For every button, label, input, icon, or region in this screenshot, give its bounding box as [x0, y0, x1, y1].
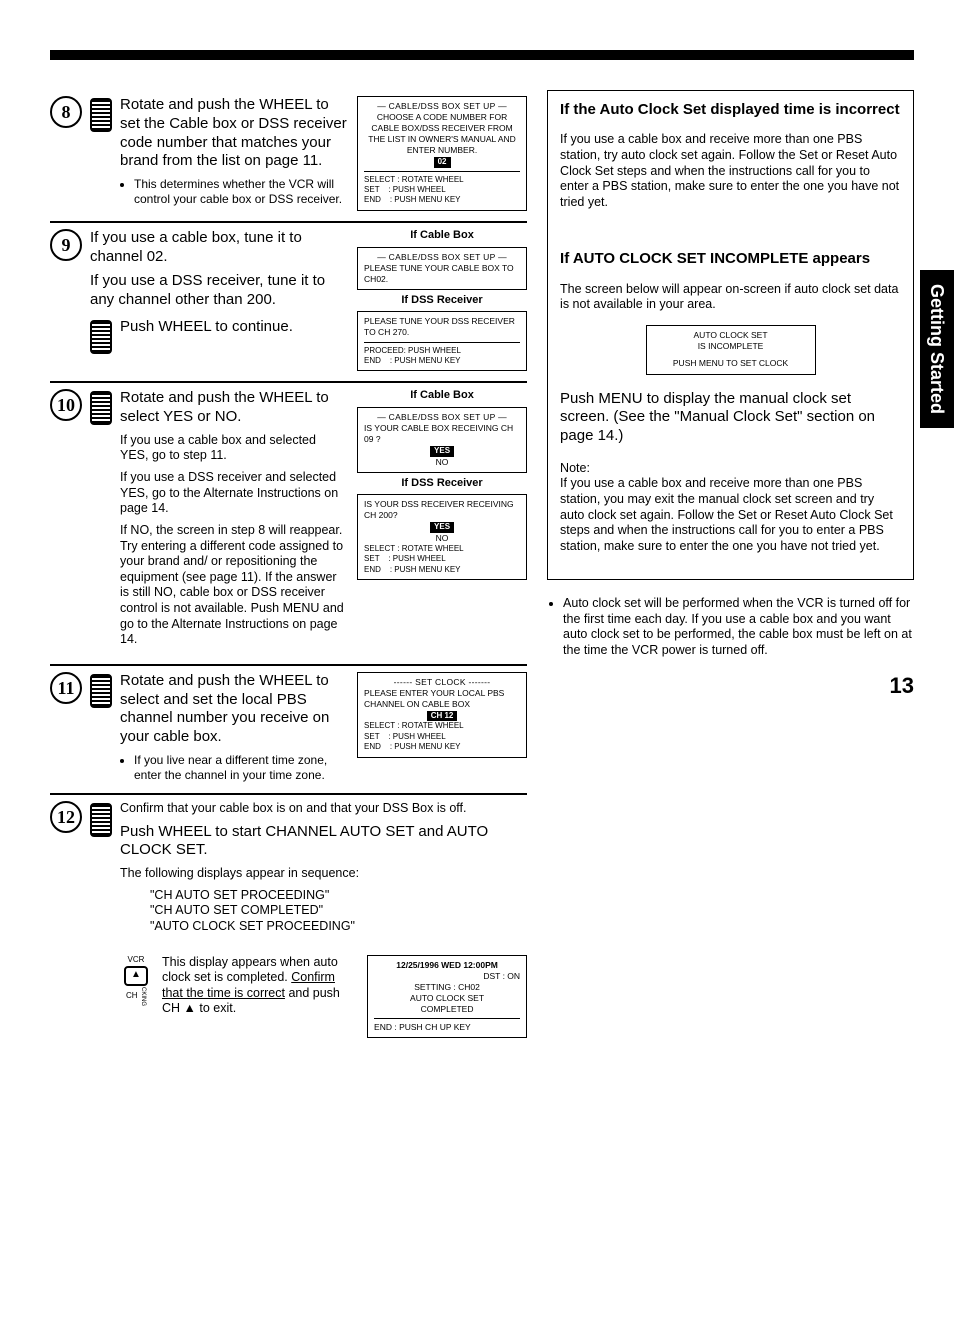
step-9-p3: Push WHEEL to continue. — [120, 318, 347, 337]
osd-label-dss: If DSS Receiver — [357, 294, 527, 308]
vcr-ch-icon: VCR ▲ CH CKING — [120, 955, 152, 1006]
osd-opt: NO — [364, 457, 520, 468]
step-12-p2: Push WHEEL to start CHANNEL AUTO SET and… — [120, 823, 527, 861]
osd-l3: PUSH MENU TO SET CLOCK — [653, 358, 809, 369]
sidebox2-p2: Push MENU to display the manual clock se… — [560, 390, 901, 446]
osd-title: — CABLE/DSS BOX SET UP — — [364, 252, 520, 263]
step-12-seq2: "CH AUTO SET COMPLETED" — [150, 903, 527, 919]
right-column: Getting Started If the Auto Clock Set di… — [547, 90, 914, 1048]
step-10-main: Rotate and push the WHEEL to select YES … — [120, 389, 347, 427]
osd-label-cable: If Cable Box — [357, 389, 527, 403]
step-12-osd: 12/25/1996 WED 12:00PM DST : ON SETTING … — [367, 955, 527, 1038]
step-10: 10 Rotate and push the WHEEL to select Y… — [50, 383, 527, 666]
top-rule — [50, 50, 914, 60]
sidebox-incorrect-time: If the Auto Clock Set displayed time is … — [547, 90, 914, 580]
osd-chip: CH 12 — [427, 711, 458, 721]
step-11-bullet: If you live near a different time zone, … — [134, 753, 347, 783]
osd-body: PLEASE TUNE YOUR DSS RECEIVER TO CH 270. — [364, 316, 520, 338]
osd-l6: END : PUSH CH UP KEY — [374, 1022, 520, 1033]
step-12: 12 Confirm that your cable box is on and… — [50, 795, 527, 1048]
osd-body: PLEASE ENTER YOUR LOCAL PBS CHANNEL ON C… — [364, 688, 520, 710]
osd-legend: SELECT : ROTATE WHEEL SET : PUSH WHEEL E… — [364, 175, 520, 206]
step-12-seq1: "CH AUTO SET PROCEEDING" — [150, 888, 527, 904]
osd-body: IS YOUR CABLE BOX RECEIVING CH 09 ? — [364, 423, 520, 445]
osd-title: — CABLE/DSS BOX SET UP — — [364, 101, 520, 112]
sidebox2-p1: The screen below will appear on-screen i… — [560, 282, 901, 313]
step-8-main: Rotate and push the WHEEL to set the Cab… — [120, 96, 347, 171]
wheel-icon — [90, 803, 112, 837]
step-11-osd: ------ SET CLOCK ------- PLEASE ENTER YO… — [357, 672, 527, 758]
vcr-side-label: CKING — [139, 987, 147, 1006]
osd-l1: AUTO CLOCK SET — [653, 330, 809, 341]
step-11-main: Rotate and push the WHEEL to select and … — [120, 672, 347, 747]
step-12-seq3: "AUTO CLOCK SET PROCEEDING" — [150, 919, 527, 935]
osd-opt: NO — [364, 533, 520, 544]
sidebox2-h: If AUTO CLOCK SET INCOMPLETE appears — [560, 250, 901, 269]
wheel-icon — [90, 320, 112, 354]
step-9-p1: If you use a cable box, tune it to chann… — [90, 229, 347, 267]
step-11: 11 Rotate and push the WHEEL to select a… — [50, 666, 527, 795]
osd-label-dss: If DSS Receiver — [357, 477, 527, 491]
step-number-icon: 10 — [50, 389, 82, 421]
step-10-osd-dss: IS YOUR DSS RECEIVER RECEIVING CH 200? Y… — [357, 494, 527, 580]
step-8-osd: — CABLE/DSS BOX SET UP — CHOOSE A CODE N… — [357, 96, 527, 211]
vcr-top-label: VCR — [128, 955, 145, 965]
side-bullet: Auto clock set will be performed when th… — [563, 596, 914, 659]
step-9-p2: If you use a DSS receiver, tune it to an… — [90, 272, 347, 310]
sidebox-h: If the Auto Clock Set displayed time is … — [560, 101, 901, 120]
osd-title: — CABLE/DSS BOX SET UP — — [364, 412, 520, 423]
osd-l5: COMPLETED — [374, 1004, 520, 1015]
osd-body: PLEASE TUNE YOUR CABLE BOX TO CH02. — [364, 263, 520, 285]
osd-legend: SELECT : ROTATE WHEEL SET : PUSH WHEEL E… — [364, 544, 520, 575]
osd-chip: 02 — [434, 157, 451, 167]
wheel-icon — [90, 98, 112, 132]
osd-chip: YES — [430, 522, 454, 532]
osd-body: CHOOSE A CODE NUMBER FOR CABLE BOX/DSS R… — [364, 112, 520, 156]
step-9-osd-cable: — CABLE/DSS BOX SET UP — PLEASE TUNE YOU… — [357, 247, 527, 290]
step-8-bullet: This determines whether the VCR will con… — [134, 177, 347, 207]
vcr-bot-label: CH — [126, 991, 138, 1001]
step-10-osd-cable: — CABLE/DSS BOX SET UP — IS YOUR CABLE B… — [357, 407, 527, 473]
osd-chip: YES — [430, 446, 454, 456]
section-tab: Getting Started — [920, 270, 954, 428]
osd-legend: SELECT : ROTATE WHEEL SET : PUSH WHEEL E… — [364, 721, 520, 752]
osd-label-cable: If Cable Box — [357, 229, 527, 243]
sidebox2-osd: AUTO CLOCK SET IS INCOMPLETE PUSH MENU T… — [646, 325, 816, 374]
osd-body: IS YOUR DSS RECEIVER RECEIVING CH 200? — [364, 499, 520, 521]
osd-l2: DST : ON — [374, 971, 520, 982]
step-9: 9 If you use a cable box, tune it to cha… — [50, 223, 527, 384]
wheel-icon — [90, 674, 112, 708]
step-number-icon: 11 — [50, 672, 82, 704]
step-number-icon: 8 — [50, 96, 82, 128]
step-10-p2: If you use a DSS receiver and selected Y… — [120, 470, 347, 517]
sidebox-p: If you use a cable box and receive more … — [560, 132, 901, 210]
osd-l1: 12/25/1996 WED 12:00PM — [374, 960, 520, 971]
step-9-osd-dss: PLEASE TUNE YOUR DSS RECEIVER TO CH 270.… — [357, 311, 527, 371]
step-number-icon: 9 — [50, 229, 82, 261]
step-10-p3: If NO, the screen in step 8 will reappea… — [120, 523, 347, 648]
step-number-icon: 12 — [50, 801, 82, 833]
page-number: 13 — [547, 672, 914, 700]
left-column: 8 Rotate and push the WHEEL to set the C… — [50, 90, 527, 1048]
page-body: 8 Rotate and push the WHEEL to set the C… — [50, 90, 914, 1048]
osd-l3: SETTING : CH02 — [374, 982, 520, 993]
osd-l4: AUTO CLOCK SET — [374, 993, 520, 1004]
step-12-p3: The following displays appear in sequenc… — [120, 866, 527, 882]
sidebox2-note-h: Note: — [560, 461, 590, 475]
wheel-icon — [90, 391, 112, 425]
osd-title: ------ SET CLOCK ------- — [364, 677, 520, 688]
step-8: 8 Rotate and push the WHEEL to set the C… — [50, 90, 527, 223]
sidebox2-p3: If you use a cable box and receive more … — [560, 476, 901, 554]
osd-l2: IS INCOMPLETE — [653, 341, 809, 352]
step-12-p1: Confirm that your cable box is on and th… — [120, 801, 527, 817]
osd-legend: PROCEED: PUSH WHEEL END : PUSH MENU KEY — [364, 346, 520, 367]
step-10-p1: If you use a cable box and selected YES,… — [120, 433, 347, 464]
